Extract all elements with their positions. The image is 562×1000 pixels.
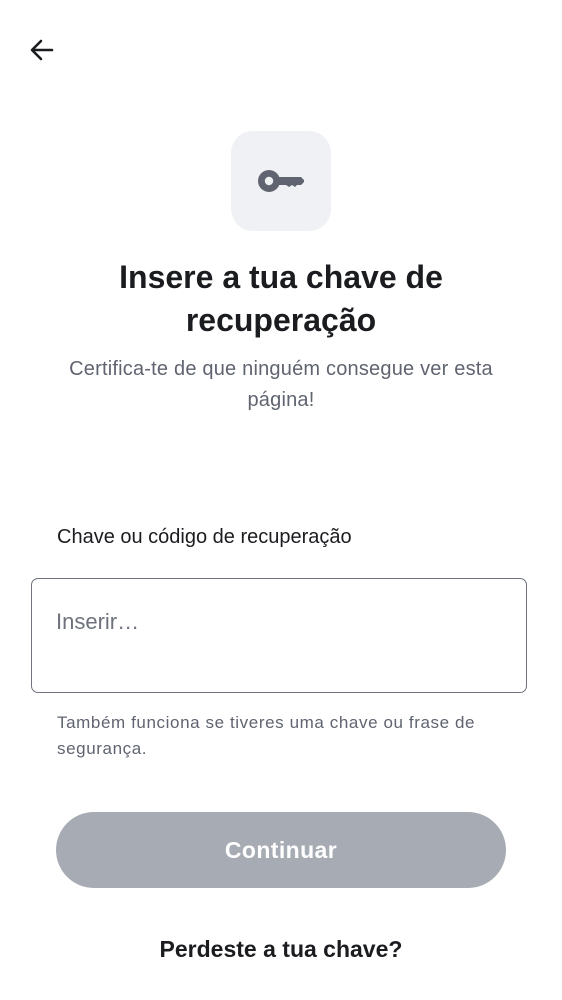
recovery-key-field[interactable]: [31, 578, 527, 693]
lost-key-link[interactable]: Perdeste a tua chave?: [0, 932, 562, 966]
continue-button[interactable]: Continuar: [56, 812, 506, 888]
recovery-key-input[interactable]: [32, 579, 526, 692]
key-icon: [258, 170, 304, 192]
page-subtitle: Certifica-te de que ninguém consegue ver…: [69, 358, 493, 411]
back-button[interactable]: [20, 28, 64, 72]
key-icon-tile: [231, 131, 331, 231]
page-title: Insere a tua chave de recuperação: [119, 259, 443, 338]
arrow-left-icon: [30, 39, 54, 61]
recovery-key-label: Chave ou código de recuperação: [57, 526, 352, 548]
recovery-key-helper-text: Também funciona se tiveres uma chave ou …: [57, 713, 476, 758]
